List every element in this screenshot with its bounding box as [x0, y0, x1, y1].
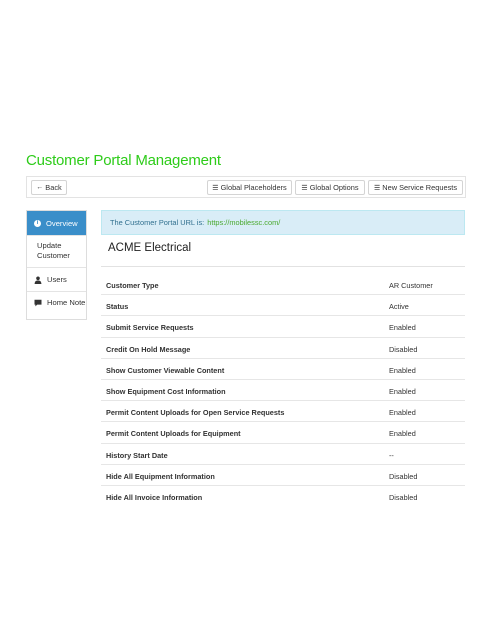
detail-label: Show Equipment Cost Information [106, 386, 226, 396]
detail-row: History Start Date -- [101, 444, 465, 465]
global-placeholders-button[interactable]: ☰ Global Placeholders [207, 180, 292, 195]
toolbar: ← Back ☰ Global Placeholders ☰ Global Op… [26, 176, 466, 198]
detail-value: Active [389, 302, 409, 312]
detail-value: -- [389, 450, 394, 460]
info-circle-icon: i [34, 219, 41, 227]
sidebar-item-label: Users [47, 275, 67, 284]
detail-label: Permit Content Uploads for Open Service … [106, 408, 285, 418]
detail-label: Customer Type [106, 281, 159, 290]
portal-url-alert: The Customer Portal URL is: https://mobi… [101, 210, 465, 235]
detail-value: Enabled [389, 365, 416, 375]
list-icon: ☰ [373, 184, 381, 192]
detail-row: Credit On Hold Message Disabled [101, 338, 465, 359]
sidebar-item-update-customer[interactable]: Update Customer [27, 235, 86, 267]
sidebar-nav: i Overview Update Customer Users Home No… [26, 210, 87, 320]
detail-row: Hide All Equipment Information Disabled [101, 465, 465, 486]
detail-label: Credit On Hold Message [106, 344, 191, 354]
detail-value: Disabled [389, 344, 418, 354]
global-placeholders-label: Global Placeholders [220, 183, 287, 192]
arrow-left-icon: ← [36, 184, 44, 191]
detail-row: Customer Type AR Customer [101, 274, 465, 296]
detail-label: Hide All Invoice Information [106, 492, 203, 502]
detail-row: Hide All Invoice Information Disabled [101, 486, 465, 507]
detail-label: Status [106, 302, 129, 312]
alert-text: The Customer Portal URL is: [110, 218, 205, 227]
list-icon: ☰ [301, 184, 308, 192]
customer-name: ACME Electrical [108, 242, 192, 254]
page-title: Customer Portal Management [26, 152, 221, 169]
customer-details-table: Customer Type AR Customer Status Active … [101, 274, 465, 507]
global-options-label: Global Options [309, 183, 359, 192]
sidebar-item-home-note[interactable]: Home Note [27, 291, 86, 319]
comment-icon [34, 299, 42, 307]
new-service-requests-button[interactable]: ☰ New Service Requests [368, 180, 463, 195]
detail-value: Enabled [389, 323, 416, 333]
detail-row: Permit Content Uploads for Equipment Ena… [101, 422, 465, 444]
detail-value: Disabled [389, 471, 418, 481]
detail-row: Permit Content Uploads for Open Service … [101, 401, 465, 423]
detail-row: Show Equipment Cost Information Enabled [101, 380, 465, 402]
detail-value: AR Customer [389, 281, 433, 290]
detail-label: Submit Service Requests [106, 323, 194, 333]
user-icon [34, 276, 42, 284]
detail-row: Submit Service Requests Enabled [101, 316, 465, 338]
detail-row: Status Active [101, 295, 465, 317]
detail-value: Enabled [389, 429, 416, 439]
detail-label: Show Customer Viewable Content [106, 365, 225, 375]
sidebar-item-users[interactable]: Users [27, 267, 86, 291]
detail-value: Enabled [389, 386, 416, 396]
detail-row: Show Customer Viewable Content Enabled [101, 359, 465, 380]
detail-value: Disabled [389, 492, 418, 502]
detail-label: History Start Date [106, 450, 168, 460]
portal-url-link[interactable]: https://mobilessc.com/ [207, 218, 280, 227]
back-button[interactable]: ← Back [31, 180, 67, 195]
list-icon: ☰ [212, 184, 219, 192]
sidebar-item-label: Home Note [47, 298, 86, 307]
detail-label: Permit Content Uploads for Equipment [106, 429, 241, 439]
sidebar-item-label: Overview [46, 218, 78, 228]
detail-value: Enabled [389, 408, 416, 418]
sidebar-item-label: Update Customer [37, 241, 70, 260]
detail-label: Hide All Equipment Information [106, 471, 215, 481]
divider [101, 266, 465, 267]
back-label: Back [45, 183, 62, 192]
sidebar-item-overview[interactable]: i Overview [27, 211, 86, 235]
global-options-button[interactable]: ☰ Global Options [295, 180, 365, 195]
new-service-requests-label: New Service Requests [382, 183, 458, 192]
